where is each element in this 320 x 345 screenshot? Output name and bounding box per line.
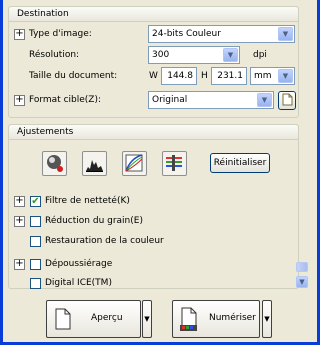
histogram-icon (86, 160, 103, 172)
adjustments-group: Ajustements Réinitialiser + ✔ Filtre de … (8, 124, 299, 289)
destination-group: Destination + Type d'image: 24-bits Coul… (8, 6, 299, 118)
resolution-unit: dpi (253, 50, 267, 60)
color-restore-checkbox[interactable] (30, 236, 41, 247)
auto-exposure-button[interactable] (42, 151, 67, 176)
expand-grain-icon[interactable]: + (14, 216, 25, 227)
target-format-value: Original (152, 95, 188, 105)
expand-target-format-icon[interactable]: + (14, 95, 25, 106)
scan-options-dropdown[interactable]: ▼ (262, 300, 272, 338)
color-palette-button[interactable] (162, 151, 187, 176)
image-type-value: 24-bits Couleur (152, 29, 221, 39)
chevron-down-icon[interactable]: ▼ (278, 27, 293, 41)
orientation-icon (282, 93, 293, 106)
resolution-value: 300 (152, 50, 170, 60)
resolution-select[interactable]: 300 ▼ (148, 46, 240, 64)
grain-checkbox[interactable] (30, 216, 41, 227)
tone-curve-icon (125, 154, 143, 172)
grain-label: Réduction du grain(E) (45, 216, 143, 226)
chevron-down-icon[interactable]: ▼ (278, 69, 293, 83)
chevron-down-icon[interactable]: ▼ (257, 93, 272, 107)
digital-ice-checkbox[interactable] (30, 278, 41, 289)
sharpness-label: Filtre de netteté(K) (45, 196, 130, 206)
target-format-label: Format cible(Z): (29, 95, 101, 105)
resolution-label: Résolution: (29, 50, 80, 60)
sharpness-checkbox[interactable]: ✔ (30, 196, 41, 207)
color-balance-icon (166, 155, 182, 171)
scan-label: Numériser (209, 313, 256, 323)
digital-ice-label: Digital ICE(TM) (45, 278, 112, 288)
height-label: H (201, 71, 208, 81)
descreen-checkbox[interactable] (30, 259, 41, 270)
expand-sharpness-icon[interactable]: + (14, 196, 25, 207)
image-type-label: Type d'image: (29, 29, 92, 39)
scroll-down-icon[interactable]: ▼ (296, 276, 308, 288)
width-input[interactable]: 144.8 (161, 67, 197, 85)
tone-correction-button[interactable] (122, 151, 147, 176)
chevron-down-icon[interactable]: ▼ (223, 48, 238, 62)
histogram-button[interactable] (82, 151, 107, 176)
preview-options-dropdown[interactable]: ▼ (142, 300, 152, 338)
reset-button[interactable]: Réinitialiser (210, 153, 270, 173)
page-icon (55, 308, 71, 330)
destination-header: Destination (9, 7, 298, 22)
preview-label: Aperçu (91, 313, 123, 323)
rotate-orientation-button[interactable] (278, 91, 296, 110)
scroll-thumb[interactable] (296, 262, 308, 272)
preview-button[interactable]: Aperçu (46, 300, 141, 338)
expand-image-type-icon[interactable]: + (14, 29, 25, 40)
height-input[interactable]: 231.1 (211, 67, 247, 85)
size-unit-select[interactable]: mm ▼ (250, 67, 295, 85)
size-unit-value: mm (254, 71, 272, 81)
scan-page-icon (180, 307, 197, 331)
expand-descreen-icon[interactable]: + (14, 259, 25, 270)
color-restore-label: Restauration de la couleur (45, 236, 164, 246)
adjustments-header: Ajustements (9, 125, 298, 140)
scan-button[interactable]: Numériser (172, 300, 260, 338)
auto-exposure-icon (47, 155, 63, 172)
scrollbar[interactable]: ▼ (296, 262, 308, 290)
target-format-select[interactable]: Original ▼ (148, 91, 274, 109)
document-size-label: Taille du document: (29, 71, 118, 81)
descreen-label: Dépoussiérage (45, 259, 113, 269)
width-label: W (149, 71, 158, 81)
settings-panel: Destination + Type d'image: 24-bits Coul… (4, 2, 304, 292)
image-type-select[interactable]: 24-bits Couleur ▼ (148, 25, 295, 43)
